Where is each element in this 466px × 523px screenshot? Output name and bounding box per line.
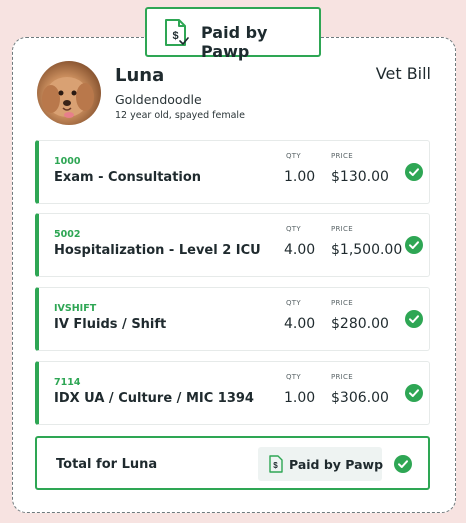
pet-breed: Goldendoodle bbox=[115, 92, 202, 107]
item-description: IV Fluids / Shift bbox=[54, 317, 167, 332]
item-description: IDX UA / Culture / MIC 1394 bbox=[54, 391, 254, 406]
item-price: $1,500.00 bbox=[331, 242, 403, 258]
check-circle-icon bbox=[405, 236, 423, 254]
paid-badge-label: Paid by Pawp bbox=[201, 23, 268, 61]
price-label: PRICE bbox=[331, 373, 353, 381]
dollar-document-icon: $ bbox=[165, 19, 189, 46]
pet-name: Luna bbox=[115, 65, 165, 86]
item-qty: 1.00 bbox=[284, 169, 316, 185]
qty-label: QTY bbox=[286, 152, 301, 160]
item-code: 5002 bbox=[54, 229, 81, 240]
check-circle-icon bbox=[405, 310, 423, 328]
item-description: Hospitalization - Level 2 ICU bbox=[54, 243, 261, 258]
paid-chip-label: Paid by Pawp bbox=[289, 457, 384, 472]
price-label: PRICE bbox=[331, 299, 353, 307]
bill-title: Vet Bill bbox=[375, 64, 431, 83]
svg-text:$: $ bbox=[273, 461, 278, 470]
paid-badge: $ Paid by Pawp bbox=[145, 7, 321, 61]
pet-info: 12 year old, spayed female bbox=[115, 110, 245, 121]
line-item: 1000 Exam - Consultation QTY PRICE 1.00 … bbox=[35, 140, 430, 204]
line-item: 5002 Hospitalization - Level 2 ICU QTY P… bbox=[35, 213, 430, 277]
price-label: PRICE bbox=[331, 152, 353, 160]
svg-text:$: $ bbox=[172, 30, 178, 42]
line-item: IVSHIFT IV Fluids / Shift QTY PRICE 4.00… bbox=[35, 287, 430, 351]
dog-photo-icon bbox=[42, 77, 94, 118]
item-qty: 1.00 bbox=[284, 390, 316, 406]
qty-label: QTY bbox=[286, 373, 301, 381]
paid-by-pawp-chip: $ Paid by Pawp bbox=[258, 447, 384, 481]
qty-label: QTY bbox=[286, 225, 301, 233]
check-circle-icon bbox=[405, 384, 423, 402]
item-qty: 4.00 bbox=[284, 242, 316, 258]
item-code: 7114 bbox=[54, 377, 81, 388]
pet-avatar bbox=[37, 61, 101, 125]
item-price: $280.00 bbox=[331, 316, 389, 332]
item-price: $130.00 bbox=[331, 169, 389, 185]
item-code: 1000 bbox=[54, 156, 81, 167]
total-label: Total for Luna bbox=[56, 457, 158, 472]
qty-label: QTY bbox=[286, 299, 301, 307]
line-item: 7114 IDX UA / Culture / MIC 1394 QTY PRI… bbox=[35, 361, 430, 425]
check-circle-icon bbox=[405, 163, 423, 181]
item-description: Exam - Consultation bbox=[54, 170, 202, 185]
total-row: Total for Luna $ Paid by Pawp bbox=[35, 436, 430, 490]
price-label: PRICE bbox=[331, 225, 353, 233]
item-price: $306.00 bbox=[331, 390, 389, 406]
check-circle-icon bbox=[394, 455, 412, 473]
item-qty: 4.00 bbox=[284, 316, 316, 332]
dollar-document-icon: $ bbox=[269, 455, 283, 473]
item-code: IVSHIFT bbox=[54, 303, 97, 314]
